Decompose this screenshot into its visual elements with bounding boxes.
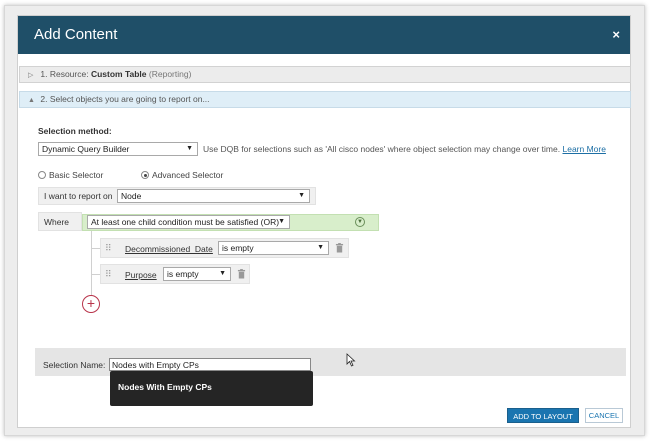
- selection-method-hint: Use DQB for selections such as 'All cisc…: [203, 144, 606, 154]
- tree-connector: [91, 248, 100, 249]
- basic-selector-label: Basic Selector: [49, 170, 104, 180]
- expand-arrow-icon: ▷: [28, 72, 34, 79]
- dialog-title: Add Content: [34, 26, 118, 43]
- drag-handle-icon[interactable]: ⠿: [105, 269, 112, 280]
- selection-name-input[interactable]: [109, 358, 311, 371]
- selection-method-select[interactable]: Dynamic Query Builder ▼: [38, 142, 198, 156]
- selection-method-label: Selection method:: [38, 126, 112, 136]
- cancel-button[interactable]: CANCEL: [585, 408, 623, 423]
- selection-method-value: Dynamic Query Builder: [42, 144, 130, 154]
- add-content-dialog: Add Content × ▷ 1. Resource: Custom Tabl…: [17, 15, 631, 428]
- trash-icon[interactable]: [335, 243, 344, 253]
- report-on-value: Node: [121, 191, 142, 201]
- tree-connector: [91, 231, 92, 297]
- report-on-select[interactable]: Node ▼: [117, 189, 310, 203]
- chevron-down-icon: ▼: [317, 244, 324, 251]
- radio-circle-icon: [38, 171, 46, 179]
- section-resource[interactable]: ▷ 1. Resource: Custom Table (Reporting): [19, 66, 631, 83]
- condition-field-link[interactable]: Purpose: [125, 270, 157, 280]
- basic-selector-radio[interactable]: Basic Selector: [38, 170, 103, 180]
- condition-operator-value: is empty: [167, 269, 199, 279]
- where-label: Where: [44, 217, 70, 227]
- advanced-selector-radio[interactable]: Advanced Selector: [141, 170, 223, 180]
- advanced-selector-label: Advanced Selector: [152, 170, 224, 180]
- trash-icon[interactable]: [237, 269, 246, 279]
- resource-suffix: (Reporting): [148, 69, 192, 79]
- resource-name: Custom Table: [90, 69, 147, 79]
- selection-name-label: Selection Name:: [43, 360, 106, 370]
- learn-more-link[interactable]: Learn More: [562, 144, 605, 154]
- collapse-arrow-icon: ▲: [28, 97, 35, 104]
- mouse-cursor-icon: [346, 353, 356, 367]
- condition-operator-value: is empty: [222, 243, 254, 253]
- drag-handle-icon[interactable]: ⠿: [105, 243, 112, 254]
- condition-operator-select[interactable]: is empty ▼: [218, 241, 329, 255]
- autocomplete-suggestion[interactable]: Nodes With Empty CPs: [110, 371, 313, 406]
- where-condition-value: At least one child condition must be sat…: [91, 217, 280, 227]
- chevron-down-icon: ▼: [298, 192, 305, 199]
- chevron-down-icon: ▼: [278, 218, 285, 225]
- chevron-down-circle-icon[interactable]: ▼: [355, 217, 365, 227]
- where-condition-select[interactable]: At least one child condition must be sat…: [87, 215, 290, 229]
- chevron-down-icon: ▼: [186, 145, 193, 152]
- tree-connector: [91, 274, 100, 275]
- resource-prefix: 1. Resource:: [40, 69, 89, 79]
- section-select-objects[interactable]: ▲ 2. Select objects you are going to rep…: [19, 91, 631, 108]
- select-objects-label: 2. Select objects you are going to repor…: [40, 94, 210, 104]
- close-icon[interactable]: ×: [612, 27, 620, 42]
- radio-checked-icon: [141, 171, 149, 179]
- add-to-layout-button[interactable]: ADD TO LAYOUT: [507, 408, 579, 423]
- dqb-hint-text: Use DQB for selections such as 'All cisc…: [203, 144, 561, 154]
- condition-field-link[interactable]: Decommissioned_Date: [125, 244, 213, 254]
- dialog-title-bar: Add Content ×: [18, 16, 630, 54]
- plus-circle-icon[interactable]: +: [82, 295, 100, 313]
- report-on-label: I want to report on: [44, 191, 113, 201]
- chevron-down-icon: ▼: [219, 270, 226, 277]
- condition-operator-select[interactable]: is empty ▼: [163, 267, 231, 281]
